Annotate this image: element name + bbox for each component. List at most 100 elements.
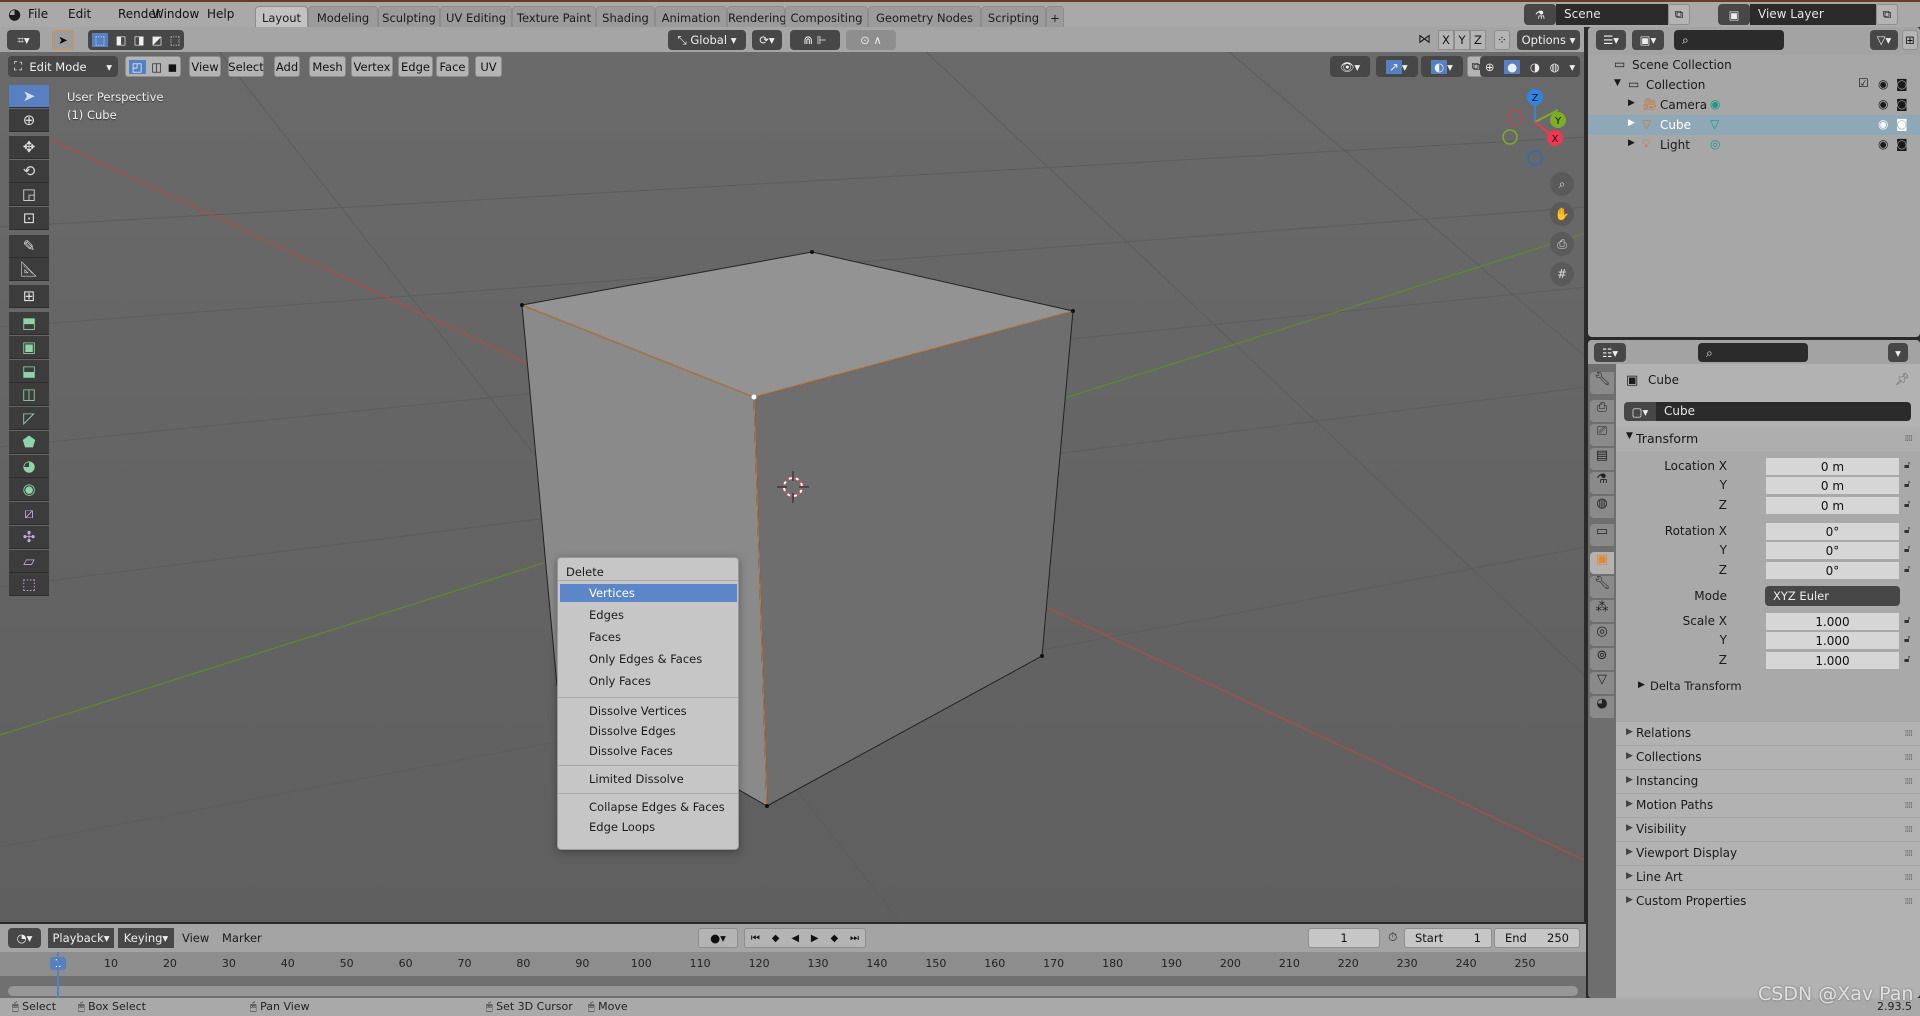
menu-item-dissolve-faces[interactable]: Dissolve Faces (560, 742, 737, 760)
transform-icon[interactable]: ⊡ (9, 207, 49, 230)
menu-item-only-faces[interactable]: Only Faces (560, 672, 737, 690)
select-box-icon[interactable]: ➤ (9, 85, 49, 108)
properties-search-input[interactable]: ⌕ (1698, 343, 1808, 362)
options-chevron-icon[interactable]: ▾ (1888, 343, 1908, 362)
playback-controls[interactable]: ⏮ ◆ ◀ ▶ ◆ ⏭ (744, 928, 866, 948)
new-collection-icon[interactable]: ⊞ (1902, 30, 1918, 50)
menu-item-limited-dissolve[interactable]: Limited Dissolve (560, 770, 737, 788)
view-layer-field[interactable]: View Layer (1750, 4, 1876, 25)
mirror-axis-y-toggle[interactable]: Y (1454, 30, 1470, 50)
bevel-icon[interactable]: ⬓ (9, 360, 49, 383)
rotate-icon[interactable]: ⟲ (9, 160, 49, 183)
transform-orientation-dropdown[interactable]: ⤡ Global ▾ (668, 30, 746, 50)
playhead[interactable] (57, 952, 59, 998)
auto-keying-icon[interactable]: ●▾ (698, 928, 738, 948)
mirror-axis-z-toggle[interactable]: Z (1470, 30, 1486, 50)
lock-icon[interactable]: 🔓︎ (1904, 460, 1910, 471)
location-y-field[interactable]: 0 m (1765, 476, 1900, 495)
add-workspace-button[interactable]: + (1046, 6, 1064, 29)
display-mode-icon[interactable]: ▣▾ (1632, 30, 1664, 50)
outliner-row-light[interactable]: ▶ 💡︎ Light ◎ ◉ ◙ (1588, 135, 1920, 155)
transform-panel-header[interactable]: ▼ Transform ⁞⁞⁞⁞ (1616, 427, 1920, 451)
menu-item-dissolve-vertices[interactable]: Dissolve Vertices (560, 702, 737, 720)
lock-icon[interactable]: 🔓︎ (1904, 615, 1910, 626)
menu-view[interactable]: View (189, 56, 221, 77)
scale-icon[interactable]: ◲ (9, 183, 49, 206)
menu-marker[interactable]: Marker (222, 931, 262, 945)
panel-line-art[interactable]: ▶ Line Art ⁞⁞⁞⁞ (1616, 865, 1920, 889)
select-tool-icon[interactable]: ➤ (52, 30, 74, 50)
frame-ruler[interactable]: 1102030405060708090100110120130140150160… (0, 952, 1586, 976)
extrude-region-icon[interactable]: ⬒ (9, 312, 49, 335)
camera-render-icon[interactable]: ◙ (1896, 137, 1908, 151)
auto-merge-icon[interactable]: ⁘ (1494, 30, 1510, 50)
eye-icon[interactable]: ◉ (1878, 117, 1888, 131)
location-z-field[interactable]: 0 m (1765, 496, 1900, 515)
expand-arrow-icon[interactable]: ▼ (1614, 78, 1621, 88)
tab-physics-icon[interactable]: ◎ (1590, 624, 1614, 646)
exclude-checkbox[interactable]: ☑ (1858, 76, 1869, 90)
menu-edit[interactable]: Edit (68, 7, 91, 21)
outliner-search-input[interactable]: ⌕ (1674, 30, 1784, 50)
scale-y-field[interactable]: 1.000 (1765, 631, 1900, 650)
visibility-selectability-icon[interactable]: 👁▾ (1330, 56, 1370, 77)
lock-icon[interactable]: 🔓︎ (1904, 499, 1910, 510)
pivot-point-icon[interactable]: ⟳▾ (752, 30, 782, 50)
camera-render-icon[interactable]: ◙ (1896, 97, 1908, 111)
tab-uv-editing[interactable]: UV Editing (440, 6, 512, 29)
selection-mode-buttons[interactable]: ⬚ ◧ ◨ ◩ ⬚ (88, 30, 184, 50)
expand-arrow-icon[interactable]: ▶ (1628, 138, 1635, 148)
filter-icon[interactable]: ▽▾ (1870, 30, 1898, 50)
tab-particles-icon[interactable]: ⁂ (1590, 600, 1614, 622)
panel-viewport-display[interactable]: ▶ Viewport Display ⁞⁞⁞⁞ (1616, 841, 1920, 865)
menu-item-only-edges-faces[interactable]: Only Edges & Faces (560, 650, 737, 668)
menu-window[interactable]: Window (152, 7, 199, 21)
rotation-z-field[interactable]: 0° (1765, 561, 1900, 580)
panel-relations[interactable]: ▶ Relations ⁞⁞⁞⁞ (1616, 721, 1920, 745)
view-layer-icon[interactable]: ▣ (1718, 4, 1750, 25)
tab-render-icon[interactable]: ⎙ (1590, 400, 1614, 422)
tab-rendering[interactable]: Rendering (727, 6, 787, 29)
drag-handle-icon[interactable]: ⁞⁞⁞⁞ (1905, 777, 1914, 787)
tab-output-icon[interactable]: ⎚ (1590, 424, 1614, 446)
menu-keying[interactable]: Keying ▾ (118, 928, 174, 948)
spin-icon[interactable]: ◕ (9, 455, 49, 478)
tab-layout[interactable]: Layout (255, 6, 308, 29)
editor-type-icon[interactable]: ◔▾ (8, 928, 41, 948)
tab-object-icon[interactable]: ▣ (1590, 552, 1614, 574)
eye-icon[interactable]: ◉ (1878, 77, 1888, 91)
location-x-field[interactable]: 0 m (1765, 457, 1900, 476)
object-type-icon[interactable]: ▢▾ (1624, 402, 1656, 421)
lock-icon[interactable]: 🔓︎ (1904, 564, 1910, 575)
menu-edge[interactable]: Edge (398, 56, 433, 77)
tab-tool-icon[interactable]: 🔧︎ (1590, 372, 1614, 394)
editor-type-icon[interactable]: ☷▾ (1594, 343, 1626, 362)
outliner-row-camera[interactable]: ▶ 🎥︎ Camera ◉ ◉ ◙ (1588, 95, 1920, 115)
new-view-layer-icon[interactable]: ⧉ (1876, 4, 1898, 25)
panel-collections[interactable]: ▶ Collections ⁞⁞⁞⁞ (1616, 745, 1920, 769)
menu-item-edges[interactable]: Edges (560, 606, 737, 624)
tab-data-icon[interactable]: ▽ (1590, 672, 1614, 694)
mirror-icon[interactable]: ⋈ (1418, 32, 1431, 47)
menu-item-faces[interactable]: Faces (560, 628, 737, 646)
drag-handle-icon[interactable]: ⁞⁞⁞⁞ (1905, 753, 1914, 763)
camera-render-icon[interactable]: ◙ (1896, 77, 1908, 91)
tab-modifier-icon[interactable]: 🔧︎ (1590, 576, 1614, 598)
drag-handle-icon[interactable]: ⁞⁞⁞⁞ (1905, 897, 1914, 907)
add-cube-icon[interactable]: ⊞ (9, 285, 49, 308)
shear-icon[interactable]: ▱ (9, 550, 49, 573)
mirror-axis-x-toggle[interactable]: X (1438, 30, 1454, 50)
tab-compositing[interactable]: Compositing (785, 6, 868, 29)
delta-transform-subpanel[interactable]: ▶ Delta Transform (1616, 677, 1920, 697)
expand-arrow-icon[interactable]: ▶ (1628, 118, 1635, 128)
outliner-row-cube[interactable]: ▶ ▽ Cube ▽ ◉ ◙ (1588, 115, 1920, 135)
lock-icon[interactable]: 🔓︎ (1904, 654, 1910, 665)
menu-mesh[interactable]: Mesh (309, 56, 346, 77)
menu-vertex[interactable]: Vertex (351, 56, 393, 77)
timeline-track[interactable] (0, 976, 1586, 998)
timeline-scrollbar[interactable] (8, 986, 1578, 996)
blender-logo-icon[interactable]: ◕ (8, 5, 21, 23)
mode-dropdown[interactable]: ⛶ Edit Mode ▾ (8, 56, 118, 77)
tab-animation[interactable]: Animation (655, 6, 727, 29)
tab-world-icon[interactable]: ◍ (1590, 496, 1614, 518)
